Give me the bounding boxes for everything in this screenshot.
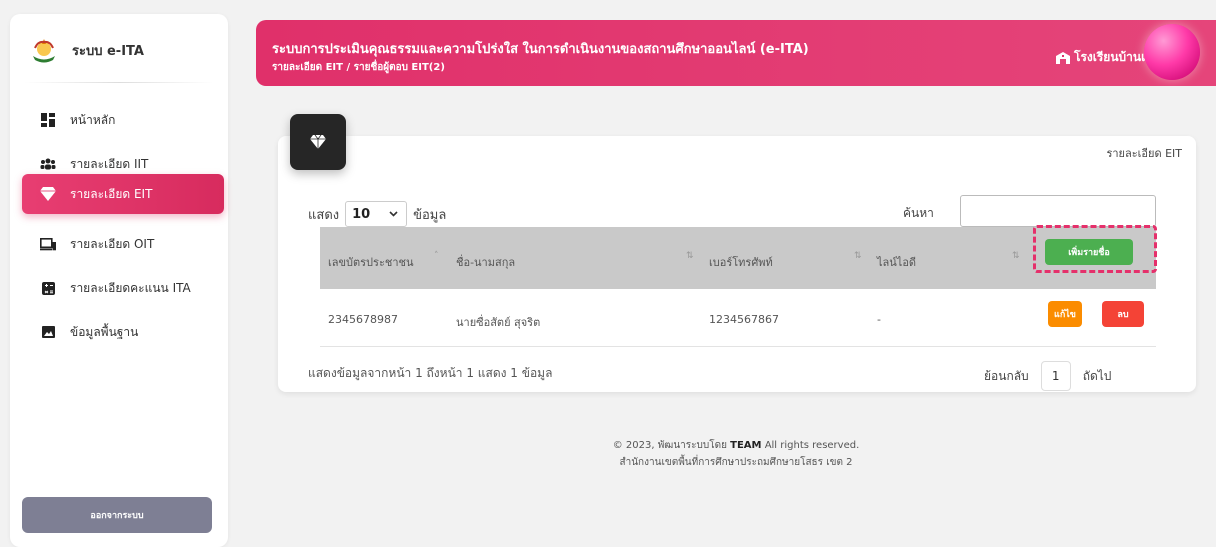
team-link[interactable]: TEAM [730, 440, 761, 451]
edit-button[interactable]: แก้ไข [1048, 301, 1082, 327]
search-input[interactable] [960, 195, 1156, 227]
cell-id-card: 2345678987 [328, 313, 398, 326]
prev-page-button[interactable]: ย้อนกลับ [984, 367, 1029, 386]
column-id-card[interactable]: เลขบัตรประชาชน [328, 253, 413, 271]
sidebar: ระบบ e-ITA หน้าหลัก รายละเอียด IIT รายละ… [10, 14, 228, 547]
diamond-icon [40, 186, 56, 202]
school-name: โรงเรียนบ้านเ [1074, 50, 1146, 64]
sidebar-item-basic-info[interactable]: ข้อมูลพื้นฐาน [22, 312, 224, 352]
highlight-box [1033, 225, 1157, 273]
logout-button[interactable]: ออกจากระบบ [22, 497, 212, 533]
avatar[interactable] [1144, 24, 1200, 80]
sidebar-item-label: ข้อมูลพื้นฐาน [70, 324, 139, 339]
page-header: ระบบการประเมินคุณธรรมและความโปร่งใส ในกา… [256, 20, 1216, 86]
users-icon [40, 156, 56, 172]
sort-icon[interactable]: ⇅ [686, 251, 694, 261]
sidebar-item-oit[interactable]: รายละเอียด OIT [22, 224, 224, 264]
sidebar-item-label: รายละเอียด IIT [70, 156, 149, 171]
delete-button[interactable]: ลบ [1102, 301, 1144, 327]
sidebar-item-home[interactable]: หน้าหลัก [22, 100, 224, 140]
emblem-logo-icon [33, 39, 55, 63]
chevron-down-icon [389, 211, 398, 217]
breadcrumb[interactable]: รายละเอียด EIT / รายชื่อผู้ตอบ EIT(2) [272, 60, 445, 75]
table-header: เลขบัตรประชาชน ˄ ชื่อ-นามสกุล ⇅ เบอร์โทร… [320, 227, 1156, 289]
brand-name: ระบบ e-ITA [72, 43, 144, 59]
school-icon [1056, 51, 1070, 64]
page-length-value: 10 [352, 206, 371, 222]
column-name[interactable]: ชื่อ-นามสกุล [456, 253, 515, 271]
brand[interactable]: ระบบ e-ITA [30, 34, 216, 66]
column-phone[interactable]: เบอร์โทรศัพท์ [709, 253, 773, 271]
column-line-id[interactable]: ไลน์ไอดี [877, 253, 916, 271]
table-row: 2345678987 นายซื่อสัตย์ สุจริต 123456786… [320, 289, 1156, 347]
eit-card: รายละเอียด EIT แสดง 10 ข้อมูล ค้นหา เลขบ… [278, 114, 1196, 392]
card-diamond-icon [290, 114, 346, 170]
sidebar-item-label: หน้าหลัก [70, 112, 116, 127]
sidebar-item-label: รายละเอียด EIT [70, 186, 153, 201]
page-title: ระบบการประเมินคุณธรรมและความโปร่งใส ในกา… [272, 42, 809, 57]
length-prefix: แสดง [308, 207, 340, 223]
sort-icon[interactable]: ˄ [434, 251, 439, 261]
calculator-icon [40, 280, 56, 296]
page-length-select[interactable]: 10 [345, 201, 408, 227]
copyright-prefix: © 2023, พัฒนาระบบโดย [612, 440, 727, 451]
sort-icon[interactable]: ⇅ [854, 251, 862, 261]
devices-icon [40, 236, 56, 252]
cell-name: นายซื่อสัตย์ สุจริต [456, 316, 541, 329]
school-menu[interactable]: โรงเรียนบ้านเ [1056, 48, 1145, 67]
footer-copyright: © 2023, พัฒนาระบบโดย TEAM All rights res… [256, 438, 1216, 453]
footer-org: สำนักงานเขตพื้นที่การศึกษาประถมศึกษายโสธ… [619, 457, 853, 468]
length-suffix: ข้อมูล [413, 207, 447, 223]
pagination: ย้อนกลับ 1 ถัดไป [984, 361, 1111, 391]
image-icon [40, 324, 56, 340]
next-page-button[interactable]: ถัดไป [1083, 367, 1112, 386]
sidebar-item-ita-score[interactable]: รายละเอียดคะแนน ITA [22, 268, 224, 308]
card-label: รายละเอียด EIT [1106, 147, 1182, 160]
search-label: ค้นหา [903, 206, 934, 220]
sidebar-item-eit[interactable]: รายละเอียด EIT [22, 174, 224, 214]
sidebar-item-label: รายละเอียด OIT [70, 236, 155, 251]
cell-phone: 1234567867 [709, 313, 779, 326]
sidebar-item-label: รายละเอียดคะแนน ITA [70, 280, 191, 295]
brand-divider [24, 82, 214, 83]
page-length-control: แสดง 10 ข้อมูล [308, 201, 446, 227]
sort-icon[interactable]: ⇅ [1012, 251, 1020, 261]
rights-text: All rights reserved. [764, 440, 860, 451]
dashboard-icon [40, 112, 56, 128]
cell-line-id: - [877, 313, 881, 326]
page-number-button[interactable]: 1 [1040, 361, 1071, 391]
table-info: แสดงข้อมูลจากหน้า 1 ถึงหน้า 1 แสดง 1 ข้อ… [308, 366, 553, 380]
